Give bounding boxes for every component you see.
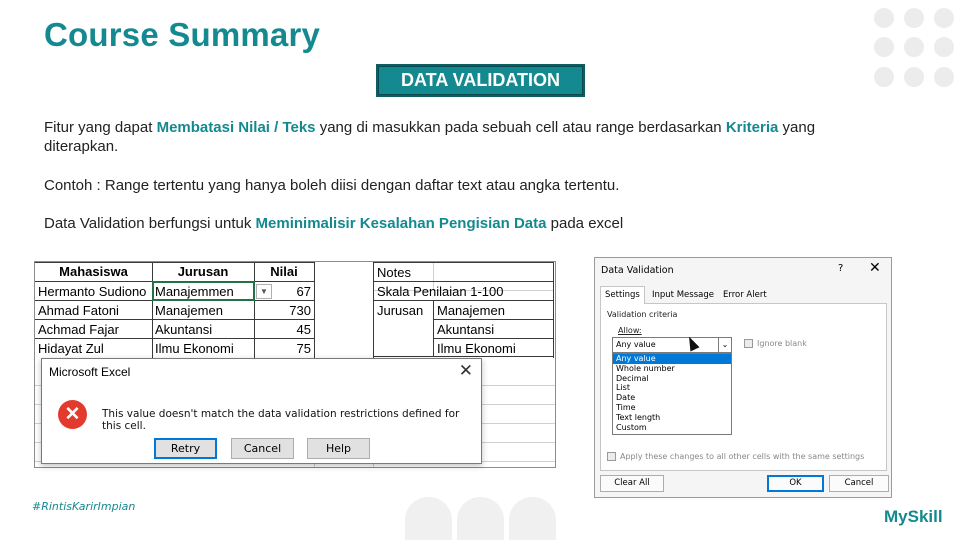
column-header-nilai: Nilai: [270, 264, 298, 279]
error-icon: ✕: [58, 400, 87, 429]
retry-button[interactable]: Retry: [154, 438, 217, 459]
decorative-arch: [405, 497, 452, 540]
chevron-down-icon[interactable]: ⌄: [718, 338, 731, 352]
allow-option[interactable]: Date: [613, 393, 731, 403]
slide-title: Course Summary: [44, 16, 321, 53]
data-validation-dialog: Data Validation ? ✕ Validation criteria …: [594, 257, 892, 498]
definition-paragraph: Fitur yang dapat Membatasi Nilai / Teks …: [44, 119, 816, 155]
cell-nilai[interactable]: 75: [254, 339, 314, 358]
notes-jurusan-value: Akuntansi: [437, 322, 495, 337]
cell-nilai[interactable]: 45: [254, 320, 314, 339]
clear-all-button[interactable]: Clear All: [600, 475, 664, 492]
column-header-mahasiswa: Mahasiswa: [59, 264, 128, 279]
allow-options-list[interactable]: Any value Whole number Decimal List Date…: [612, 353, 732, 435]
cancel-button[interactable]: Cancel: [231, 438, 294, 459]
dialog-title: Data Validation: [601, 265, 674, 276]
notes-label: Notes: [377, 265, 411, 280]
hashtag-text: #RintisKarirImpian: [32, 500, 136, 513]
ignore-blank-checkbox[interactable]: [744, 339, 753, 348]
close-icon[interactable]: ✕: [869, 260, 881, 276]
allow-option[interactable]: Decimal: [613, 374, 731, 384]
ignore-blank-label: Ignore blank: [757, 339, 807, 348]
allow-option[interactable]: Time: [613, 403, 731, 413]
section-label: Validation criteria: [607, 310, 678, 319]
allow-option[interactable]: Text length: [613, 413, 731, 423]
cell-jurusan[interactable]: Akuntansi: [152, 320, 254, 339]
help-button[interactable]: Help: [307, 438, 370, 459]
allow-option[interactable]: Whole number: [613, 364, 731, 374]
cell-jurusan[interactable]: Manajemmen: [152, 282, 254, 301]
cell-mahasiswa[interactable]: Ahmad Fatoni: [35, 301, 152, 320]
tab-input-message[interactable]: Input Message: [648, 288, 718, 303]
section-badge: DATA VALIDATION: [376, 64, 585, 97]
purpose-paragraph: Data Validation berfungsi untuk Meminima…: [44, 215, 624, 232]
dropdown-arrow-icon[interactable]: ▼: [256, 284, 272, 299]
dialog-title: Microsoft Excel: [49, 365, 131, 379]
help-icon[interactable]: ?: [838, 263, 843, 274]
decorative-arch: [509, 497, 556, 540]
notes-scale: Skala Penilaian 1-100: [377, 284, 504, 299]
allow-select[interactable]: Any value ⌄: [612, 337, 732, 353]
tab-error-alert[interactable]: Error Alert: [719, 288, 771, 303]
cell-nilai[interactable]: 730: [254, 301, 314, 320]
allow-select-value: Any value: [616, 340, 656, 349]
notes-jurusan-value: Ilmu Ekonomi: [437, 341, 516, 356]
tab-settings[interactable]: Settings: [600, 286, 645, 304]
close-icon[interactable]: ✕: [459, 361, 473, 381]
notes-jurusan-label: Jurusan: [377, 303, 424, 318]
notes-jurusan-value: Manajemen: [437, 303, 505, 318]
excel-error-dialog: Microsoft Excel ✕ ✕ This value doesn't m…: [41, 358, 482, 464]
apply-all-label: Apply these changes to all other cells w…: [620, 452, 865, 461]
error-message: This value doesn't match the data valida…: [102, 408, 460, 432]
example-paragraph: Contoh : Range tertentu yang hanya boleh…: [44, 177, 620, 194]
apply-all-checkbox[interactable]: [607, 452, 616, 461]
cell-jurusan[interactable]: Ilmu Ekonomi: [152, 339, 254, 358]
allow-option[interactable]: Any value: [613, 354, 731, 364]
column-header-jurusan: Jurusan: [177, 264, 229, 279]
cancel-button[interactable]: Cancel: [829, 475, 889, 492]
allow-option[interactable]: List: [613, 383, 731, 393]
cell-mahasiswa[interactable]: Hidayat Zul: [35, 339, 152, 358]
myskill-logo: MySkill: [884, 507, 943, 526]
cell-jurusan[interactable]: Manajemen: [152, 301, 254, 320]
decorative-dots: [872, 6, 960, 90]
decorative-arch: [457, 497, 504, 540]
ok-button[interactable]: OK: [767, 475, 824, 492]
allow-option[interactable]: Custom: [613, 423, 731, 433]
cell-mahasiswa[interactable]: Achmad Fajar: [35, 320, 152, 339]
cell-mahasiswa[interactable]: Hermanto Sudiono: [35, 282, 152, 301]
allow-label: Allow:: [618, 326, 642, 335]
